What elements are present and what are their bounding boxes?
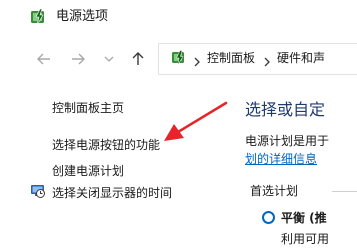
sidebar-item-power-button-function[interactable]: 选择电源按钮的功能 bbox=[52, 137, 160, 153]
recent-locations-button[interactable] bbox=[98, 48, 120, 70]
annotation-arrow-icon bbox=[164, 101, 228, 141]
arrow-right-icon bbox=[72, 53, 85, 65]
balanced-plan-radio[interactable] bbox=[262, 211, 275, 224]
sidebar-item-control-panel-home[interactable]: 控制面板主页 bbox=[52, 100, 124, 116]
window-title: 电源选项 bbox=[56, 9, 109, 24]
breadcrumb-control-panel[interactable]: 控制面板 bbox=[207, 50, 255, 66]
address-bar[interactable]: 控制面板 硬件和声 bbox=[158, 43, 357, 75]
sidebar-item-create-power-plan[interactable]: 创建电源计划 bbox=[52, 163, 124, 179]
sidebar-item-display-off-time[interactable]: 选择关闭显示器的时间 bbox=[52, 185, 172, 201]
up-button[interactable] bbox=[127, 48, 149, 70]
arrow-up-icon bbox=[132, 52, 144, 65]
section-divider bbox=[332, 191, 357, 192]
balanced-plan-description: 利用可用 bbox=[281, 232, 330, 246]
power-options-window: 电源选项 控制面板 硬件和声 控制面板主页 选择电源按钮的功能 创建电源计划 选… bbox=[0, 0, 357, 252]
clock-display-icon bbox=[30, 183, 46, 199]
breadcrumb-hardware-and-sound[interactable]: 硬件和声 bbox=[277, 50, 325, 66]
chevron-down-icon bbox=[104, 56, 114, 62]
forward-button[interactable] bbox=[67, 48, 89, 70]
preferred-plans-label: 首选计划 bbox=[250, 184, 299, 198]
back-button[interactable] bbox=[33, 48, 55, 70]
breadcrumb-separator-icon bbox=[192, 53, 202, 67]
plan-details-link[interactable]: 划的详细信息 bbox=[245, 151, 317, 167]
power-options-icon bbox=[30, 8, 48, 26]
balanced-plan-name[interactable]: 平衡 (推 bbox=[281, 210, 327, 226]
breadcrumb-separator-icon bbox=[262, 53, 272, 67]
plan-description-text: 电源计划是用于 bbox=[245, 134, 330, 148]
control-panel-icon bbox=[171, 50, 188, 67]
page-heading: 选择或自定 bbox=[245, 100, 326, 119]
arrow-left-icon bbox=[37, 53, 50, 65]
title-bar: 电源选项 bbox=[0, 0, 357, 36]
